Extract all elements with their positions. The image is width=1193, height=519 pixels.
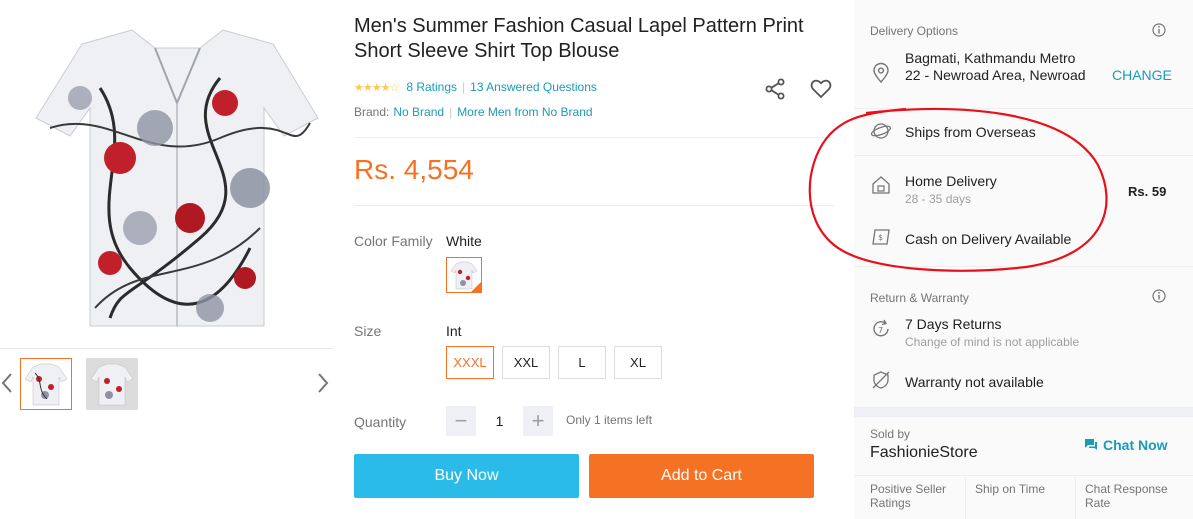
- size-option-xxl[interactable]: XXL: [502, 346, 550, 379]
- add-to-cart-button[interactable]: Add to Cart: [589, 454, 814, 498]
- chat-now-label: Chat Now: [1103, 437, 1168, 453]
- cash-on-delivery-icon: $: [872, 229, 890, 245]
- quantity-label: Quantity: [354, 414, 407, 430]
- color-family-label: Color Family: [354, 233, 433, 249]
- change-location-link[interactable]: CHANGE: [1112, 67, 1172, 83]
- questions-link[interactable]: 13 Answered Questions: [470, 80, 597, 94]
- product-gallery: [0, 0, 334, 519]
- ships-overseas-icon: [870, 123, 892, 139]
- separator: |: [462, 80, 466, 94]
- thumbnail-2[interactable]: [86, 358, 138, 410]
- separator: |: [449, 105, 453, 119]
- divider: [854, 266, 1193, 267]
- quantity-increase-button[interactable]: +: [523, 406, 553, 436]
- selected-corner-marker: [471, 282, 481, 292]
- cash-on-delivery: Cash on Delivery Available: [905, 231, 1072, 247]
- rating-row: ★★★★☆ 8 Ratings | 13 Answered Questions: [354, 80, 597, 94]
- size-label: Size: [354, 323, 382, 339]
- share-icon[interactable]: [764, 78, 786, 100]
- color-swatch-white[interactable]: [446, 257, 482, 293]
- star-rating-icon: ★★★★☆: [354, 81, 399, 94]
- no-warranty-icon: [872, 371, 890, 389]
- size-option-xl[interactable]: XL: [614, 346, 662, 379]
- gallery-divider: [0, 348, 334, 349]
- brand-link[interactable]: No Brand: [393, 105, 444, 119]
- divider: [1075, 477, 1076, 519]
- color-family-value: White: [446, 233, 482, 249]
- chevron-left-icon[interactable]: [0, 372, 14, 394]
- chat-icon: [1085, 439, 1097, 450]
- main-product-image[interactable]: [20, 8, 334, 338]
- home-delivery-icon: [872, 176, 890, 194]
- return-warranty-heading: Return & Warranty: [870, 291, 969, 305]
- home-delivery-days: 28 - 35 days: [905, 192, 972, 206]
- svg-text:$: $: [878, 233, 883, 242]
- divider: [354, 137, 834, 138]
- ships-from-overseas: Ships from Overseas: [905, 124, 1036, 140]
- thumbnail-1[interactable]: [20, 358, 72, 410]
- divider: [354, 205, 834, 206]
- returns-note: Change of mind is not applicable: [905, 335, 1080, 349]
- size-option-xxxl[interactable]: XXXL: [446, 346, 494, 379]
- brand-row: Brand: No Brand | More Men from No Brand: [354, 105, 593, 119]
- divider: [854, 155, 1193, 156]
- buy-now-button[interactable]: Buy Now: [354, 454, 579, 498]
- info-icon[interactable]: [1152, 289, 1166, 303]
- divider: [965, 477, 966, 519]
- size-option-l[interactable]: L: [558, 346, 606, 379]
- brand-label: Brand:: [354, 105, 390, 119]
- metric-ship-on-time: Ship on Time: [975, 482, 1046, 496]
- sold-by-label: Sold by: [870, 427, 911, 441]
- location-pin-icon: [873, 62, 889, 84]
- seller-section: Sold by FashionieStore Chat Now Positive…: [854, 417, 1193, 519]
- chevron-right-icon[interactable]: [316, 372, 330, 394]
- chat-now-button[interactable]: Chat Now: [1084, 437, 1168, 453]
- section-gap: [854, 407, 1193, 417]
- warranty-status: Warranty not available: [905, 374, 1044, 390]
- quantity-decrease-button[interactable]: −: [446, 406, 476, 436]
- product-title: Men's Summer Fashion Casual Lapel Patter…: [354, 15, 804, 62]
- info-icon[interactable]: [1152, 23, 1166, 37]
- quantity-value[interactable]: 1: [476, 406, 523, 436]
- delivery-location: Bagmati, Kathmandu Metro 22 - Newroad Ar…: [905, 50, 1086, 83]
- metric-chat-response: Chat Response Rate: [1085, 482, 1168, 510]
- home-delivery-title: Home Delivery: [905, 173, 997, 189]
- stock-note: Only 1 items left: [566, 413, 653, 427]
- size-system-value: Int: [446, 323, 462, 339]
- divider: [854, 108, 1193, 109]
- metric-positive-ratings: Positive Seller Ratings: [870, 482, 947, 510]
- more-from-brand-link[interactable]: More Men from No Brand: [457, 105, 592, 119]
- product-price: Rs. 4,554: [354, 154, 474, 185]
- svg-text:7: 7: [878, 326, 883, 335]
- store-name[interactable]: FashionieStore: [870, 444, 978, 462]
- divider: [854, 475, 1193, 476]
- returns-policy: 7 Days Returns: [905, 316, 1002, 332]
- wishlist-heart-icon[interactable]: [810, 78, 832, 100]
- delivery-options-heading: Delivery Options: [870, 24, 959, 38]
- returns-icon: 7: [873, 319, 889, 337]
- ratings-link[interactable]: 8 Ratings: [406, 80, 457, 94]
- home-delivery-fee: Rs. 59: [1128, 184, 1167, 199]
